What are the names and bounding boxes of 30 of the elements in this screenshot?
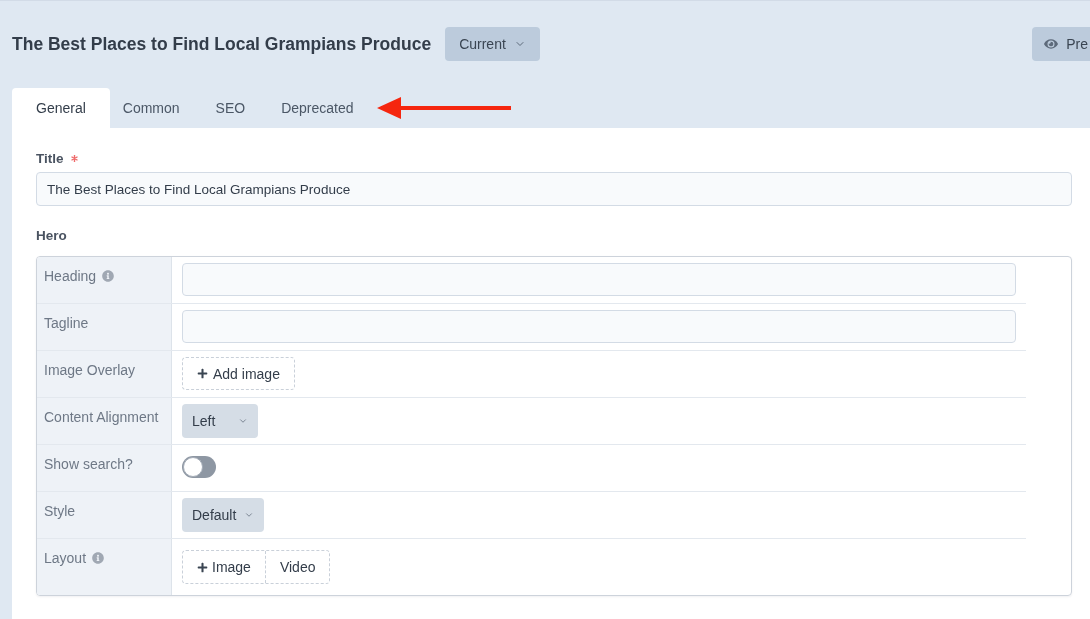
chevron-down-icon [238, 416, 248, 426]
option-button[interactable]: Video [264, 551, 330, 583]
left-arrow-icon [376, 96, 511, 120]
title-input-field[interactable]: The Best Places to Find Local Grampians Produce [36, 172, 1072, 206]
eye-icon [1044, 37, 1059, 51]
row-label: Layout [44, 550, 87, 566]
add-image-button[interactable]: Add image [182, 357, 295, 390]
option-button[interactable]: Image [183, 551, 265, 583]
tab[interactable]: General [12, 88, 110, 128]
toggle-switch[interactable] [182, 456, 216, 478]
page-title: The Best Places to Find Local Grampians Produce [12, 33, 432, 55]
tab[interactable]: Deprecated [268, 88, 367, 128]
row-label: Image Overlay [44, 362, 136, 378]
select-dropdown[interactable]: Left [182, 404, 258, 438]
section-label: Hero [36, 228, 68, 244]
text-input-field[interactable] [182, 263, 1016, 296]
row-label: Show search? [44, 456, 133, 472]
field-label: Title [36, 150, 64, 166]
row-label: Tagline [44, 315, 89, 331]
plus-icon [197, 368, 208, 379]
row-label: Style [44, 503, 76, 519]
text-input-field[interactable] [182, 310, 1016, 343]
version-dropdown[interactable]: Current [445, 27, 540, 61]
row-label: Content Alignment [44, 409, 159, 425]
select-dropdown[interactable]: Default [182, 498, 265, 532]
tab[interactable]: Common [109, 88, 193, 128]
preview-button[interactable]: Pre [1032, 27, 1090, 61]
chevron-down-icon [244, 510, 255, 520]
row-label: Heading [44, 268, 97, 284]
tab[interactable]: SEO [202, 88, 259, 128]
